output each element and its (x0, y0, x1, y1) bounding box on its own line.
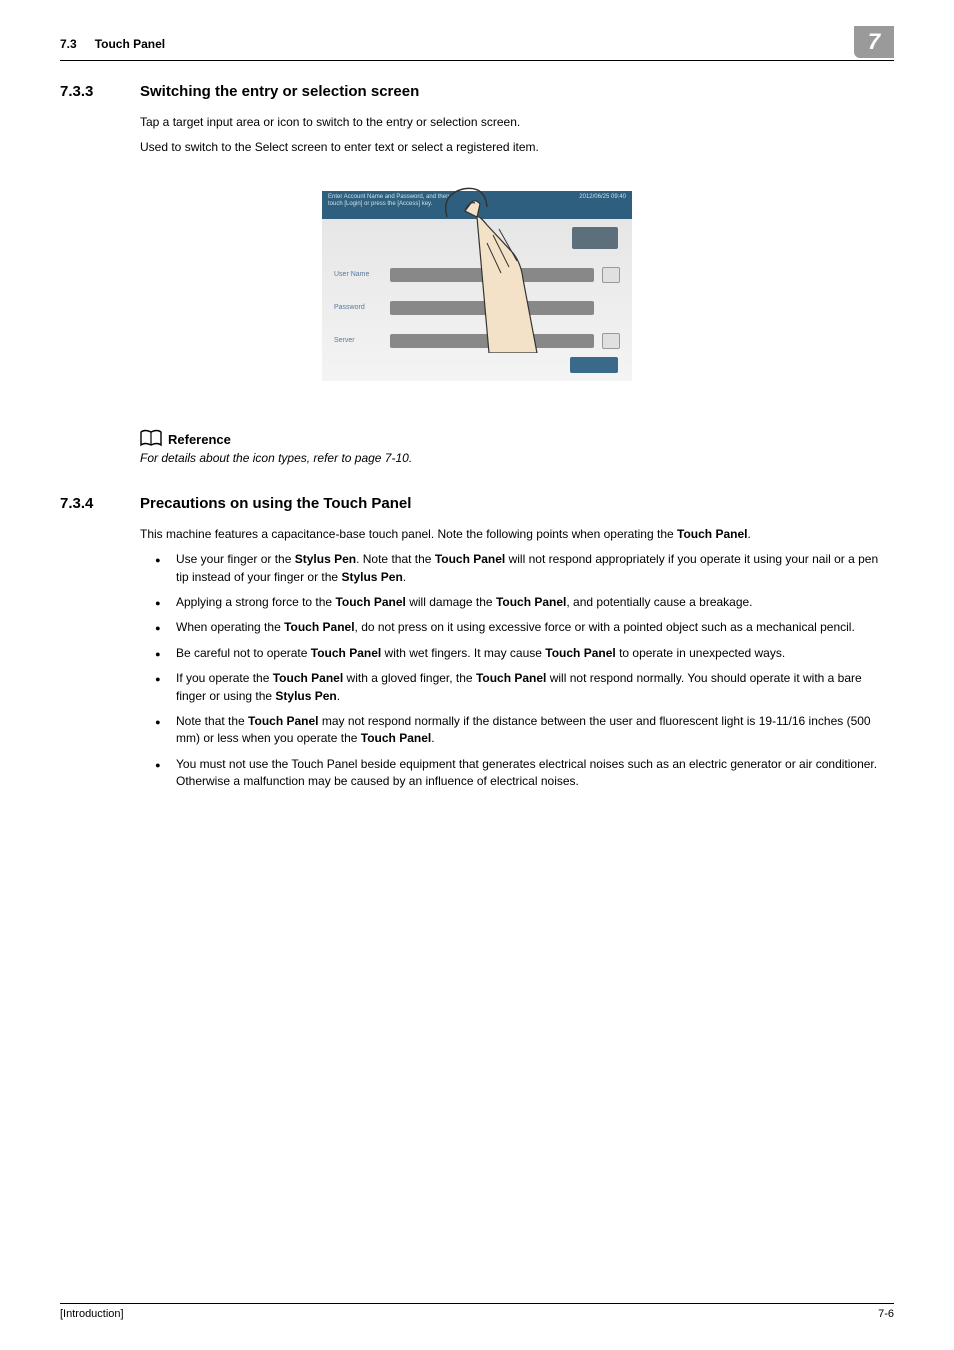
public-user-box (572, 227, 618, 249)
login-button[interactable] (570, 357, 618, 373)
section-title-733: Switching the entry or selection screen (140, 83, 419, 100)
server-keypad-icon[interactable] (602, 333, 620, 349)
username-input[interactable] (390, 268, 594, 282)
para-733-1: Tap a target input area or icon to switc… (140, 114, 884, 131)
header-section-title: Touch Panel (95, 37, 165, 51)
list-item: Be careful not to operate Touch Panel wi… (168, 645, 884, 662)
figure-header-line1: Enter Account Name and Password, and the… (328, 194, 449, 201)
server-input[interactable] (390, 334, 594, 348)
label-server: Server (334, 337, 382, 344)
section-number-733: 7.3.3 (60, 83, 110, 100)
password-input[interactable] (390, 301, 594, 315)
page-footer: [Introduction] 7-6 (60, 1303, 894, 1320)
reference-text: For details about the icon types, refer … (140, 451, 894, 465)
list-item: When operating the Touch Panel, do not p… (168, 619, 884, 636)
reference-book-icon (140, 429, 162, 447)
footer-left: [Introduction] (60, 1308, 124, 1320)
touch-panel-figure: Enter Account Name and Password, and the… (322, 191, 632, 381)
username-keypad-icon[interactable] (602, 267, 620, 283)
para-734-intro: This machine features a capacitance-base… (140, 526, 884, 543)
figure-header-line2: touch [Login] or press the [Access] key. (328, 201, 449, 208)
page-header: 7.3 Touch Panel 7 (60, 30, 894, 61)
precautions-list: Use your finger or the Stylus Pen. Note … (168, 551, 884, 790)
list-item: If you operate the Touch Panel with a gl… (168, 670, 884, 705)
label-username: User Name (334, 271, 382, 278)
reference-label: Reference (168, 432, 231, 447)
figure-time: 2012/06/25 09:40 (579, 194, 626, 216)
label-password: Password (334, 304, 382, 311)
section-number-734: 7.3.4 (60, 495, 110, 512)
list-item: You must not use the Touch Panel beside … (168, 756, 884, 791)
para-733-2: Used to switch to the Select screen to e… (140, 139, 884, 156)
header-section-number: 7.3 (60, 37, 77, 51)
list-item: Applying a strong force to the Touch Pan… (168, 594, 884, 611)
footer-right: 7-6 (878, 1308, 894, 1320)
chapter-tab: 7 (854, 26, 894, 58)
list-item: Use your finger or the Stylus Pen. Note … (168, 551, 884, 586)
list-item: Note that the Touch Panel may not respon… (168, 713, 884, 748)
section-title-734: Precautions on using the Touch Panel (140, 495, 411, 512)
